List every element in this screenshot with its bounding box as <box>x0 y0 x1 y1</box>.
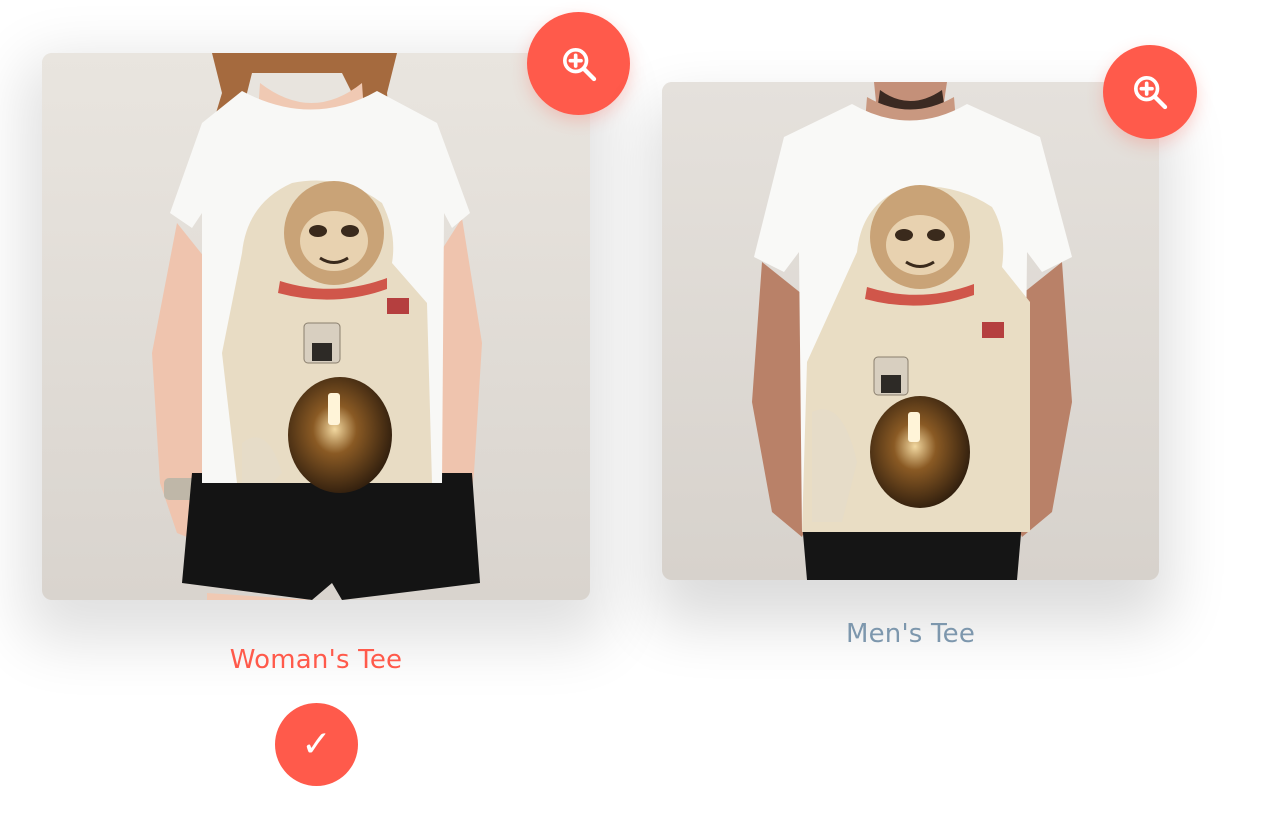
mens-tee-card[interactable] <box>662 82 1159 580</box>
womans-tee-label[interactable]: Woman's Tee <box>42 645 590 675</box>
mens-tee-label[interactable]: Men's Tee <box>662 619 1159 649</box>
zoom-in-icon <box>562 47 596 81</box>
womans-tee-card[interactable] <box>42 53 590 600</box>
selected-check-button[interactable]: ✓ <box>275 703 358 786</box>
womans-tee-zoom-button[interactable] <box>527 12 630 115</box>
womans-tee-photo <box>42 53 590 600</box>
zoom-in-icon <box>1134 76 1168 110</box>
tee-style-selector: Woman's Tee ✓ Men's Tee <box>0 0 1267 826</box>
mens-tee-zoom-button[interactable] <box>1103 45 1197 139</box>
mens-tee-photo <box>662 82 1159 580</box>
checkmark-icon: ✓ <box>301 724 332 765</box>
